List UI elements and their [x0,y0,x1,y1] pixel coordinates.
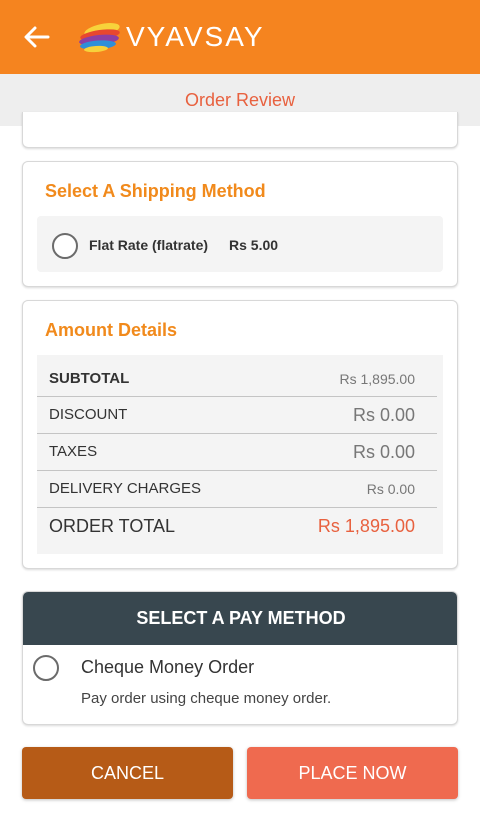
cancel-button[interactable]: CANCEL [22,747,233,799]
payment-option-name[interactable]: Cheque Money Order [81,657,254,678]
place-now-button[interactable]: PLACE NOW [247,747,458,799]
previous-card-edge [22,112,458,148]
page-title: Order Review [184,89,296,110]
amount-row-subtotal: SUBTOTAL Rs 1,895.00 [37,361,437,397]
shipping-method-card: Select A Shipping Method Flat Rate (flat… [22,161,458,287]
shipping-option-flatrate[interactable]: Flat Rate (flatrate) Rs 5.00 [37,216,443,272]
order-total-value: Rs 1,895.00 [317,516,415,536]
amount-row-label: SUBTOTAL [49,370,130,387]
amount-row-value: Rs 0.00 [366,481,415,497]
amount-row-order-total: ORDER TOTAL Rs 1,895.00 [37,508,437,544]
amount-row-value: Rs 1,895.00 [339,371,416,387]
amount-row-label: DELIVERY CHARGES [49,480,201,497]
amount-table: SUBTOTAL Rs 1,895.00 DISCOUNT Rs 0.00 TA… [37,355,443,554]
amount-row-label: TAXES [49,443,98,460]
payment-method-title: SELECT A PAY METHOD [136,608,346,628]
payment-option-description: Pay order using cheque money order. [81,690,332,707]
payment-method-header: SELECT A PAY METHOD [23,592,457,645]
amount-details-card: Amount Details SUBTOTAL Rs 1,895.00 DISC… [22,300,458,569]
amount-row-label: DISCOUNT [49,406,128,423]
amount-row-value: Rs 0.00 [352,405,415,425]
app-header: VYAVSAY [0,0,480,74]
arrow-left-icon [24,26,50,48]
shipping-option-name: Flat Rate (flatrate) [89,237,209,253]
amount-row-discount: DISCOUNT Rs 0.00 [37,397,437,433]
amount-details-title: Amount Details [45,320,178,340]
brand-name: VYAVSAY [126,21,265,52]
payment-method-card: SELECT A PAY METHOD Cheque Money Order P… [22,591,458,725]
shipping-option-radio[interactable] [52,233,78,259]
shipping-method-title: Select A Shipping Method [45,181,266,201]
shipping-option-price: Rs 5.00 [229,237,279,253]
payment-option-radio[interactable] [33,655,59,681]
vyavsay-logo-icon [79,23,120,53]
amount-row-value: Rs 0.00 [352,442,415,462]
amount-row-label: ORDER TOTAL [49,516,176,536]
amount-row-delivery: DELIVERY CHARGES Rs 0.00 [37,471,437,507]
amount-row-taxes: TAXES Rs 0.00 [37,434,437,470]
back-button[interactable] [20,22,54,52]
